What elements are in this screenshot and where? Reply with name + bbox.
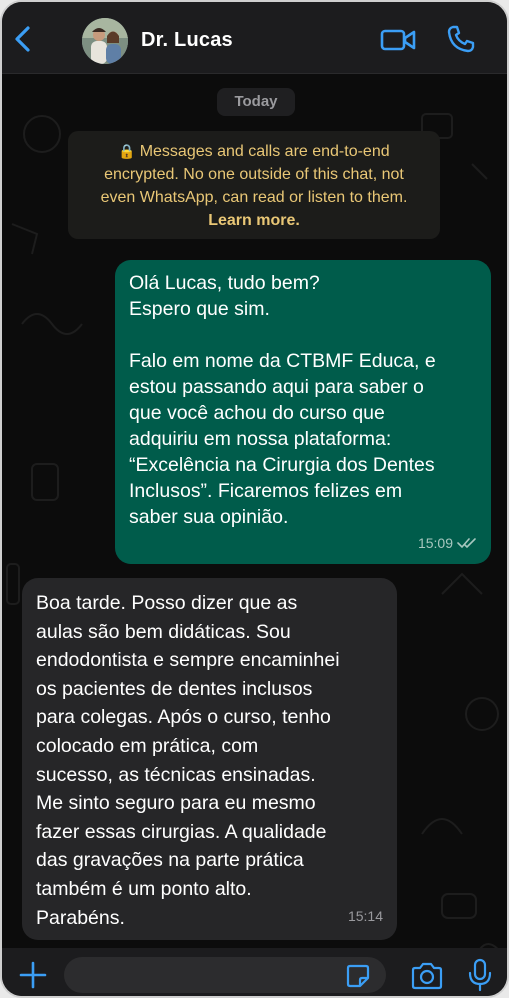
message-line: Parabéns. (36, 906, 125, 929)
phone-icon[interactable] (446, 24, 476, 54)
message-line: endodontista e sempre encaminhei (36, 649, 340, 672)
encryption-line-2: encrypted. No one outside of this chat, … (104, 166, 404, 183)
plus-icon[interactable] (18, 960, 48, 990)
message-line: Inclusos”. Ficaremos felizes em (129, 480, 403, 502)
message-line: “Excelência na Cirurgia dos Dentes (129, 454, 435, 476)
message-line: Olá Lucas, tudo bem? (129, 272, 320, 294)
outgoing-message[interactable]: Olá Lucas, tudo bem? Espero que sim. Fal… (115, 260, 491, 564)
encryption-line-3: even WhatsApp, can read or listen to the… (100, 189, 408, 206)
avatar[interactable] (82, 18, 128, 64)
message-line: das gravações na parte prática (36, 849, 304, 872)
message-line: colocado em prática, com (36, 734, 259, 757)
video-camera-icon[interactable] (380, 27, 416, 53)
message-line: também é um ponto alto. (36, 877, 252, 900)
double-check-icon (457, 538, 476, 549)
message-line: aulas são bem didáticas. Sou (36, 620, 291, 643)
message-time: 15:14 (347, 908, 383, 925)
message-line: fazer essas cirurgias. A qualidade (36, 820, 327, 843)
sticker-icon[interactable] (345, 963, 371, 989)
message-line: Boa tarde. Posso dizer que as (36, 592, 298, 614)
learn-more-link[interactable]: Learn more. (208, 212, 300, 229)
message-meta: 15:09 (418, 530, 477, 556)
avatar-photo-icon (82, 18, 128, 64)
composer-bar (2, 948, 507, 996)
camera-icon[interactable] (410, 961, 444, 991)
microphone-icon[interactable] (467, 958, 493, 992)
date-separator: Today (217, 88, 295, 116)
message-line: que você achou do curso que (129, 402, 385, 424)
message-line: os pacientes de dentes inclusos (36, 677, 313, 700)
contact-name[interactable]: Dr. Lucas (141, 29, 233, 52)
incoming-message[interactable]: Boa tarde. Posso dizer que as aulas são … (22, 578, 397, 940)
chevron-left-icon[interactable] (10, 24, 36, 54)
chat-area[interactable]: Today 🔒 Messages and calls are end-to-en… (2, 74, 507, 948)
message-line: Me sinto seguro para eu mesmo (36, 792, 316, 815)
lock-icon: 🔒 (118, 143, 140, 159)
message-line: Espero que sim. (129, 298, 270, 320)
message-line: sucesso, as técnicas ensinadas. (36, 763, 316, 786)
chat-header: Dr. Lucas (2, 2, 507, 74)
message-line: saber sua opinião. (129, 506, 289, 528)
message-time: 15:09 (417, 535, 453, 551)
encryption-line-1: Messages and calls are end-to-end (139, 143, 390, 160)
message-line: adquiriu em nossa plataforma: (129, 428, 392, 450)
message-line: para colegas. Após o curso, tenho (36, 706, 331, 729)
message-line: Falo em nome da CTBMF Educa, e (129, 350, 436, 372)
phone-screen: Dr. Lucas Today 🔒 Messages and calls are… (0, 0, 509, 998)
message-line (129, 322, 477, 348)
message-line: estou passando aqui para saber o (129, 376, 424, 398)
encryption-notice[interactable]: 🔒 Messages and calls are end-to-end encr… (68, 131, 440, 239)
message-input[interactable] (64, 957, 386, 993)
